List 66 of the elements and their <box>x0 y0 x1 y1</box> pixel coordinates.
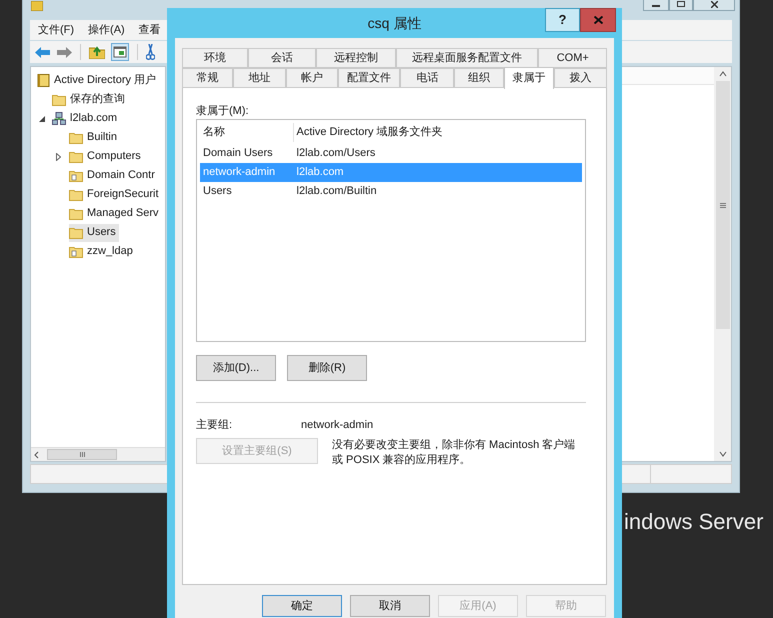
tab[interactable]: 常规 <box>182 68 233 88</box>
tab[interactable]: 拨入 <box>554 68 608 88</box>
table-cell-text: network-admin <box>202 165 276 180</box>
scrollbar-thumb[interactable] <box>716 81 730 329</box>
push-button[interactable]: 添加(D)... <box>196 355 276 381</box>
column-header[interactable]: 名称 <box>200 123 294 142</box>
tree-item[interactable]: Managed Serv <box>69 204 162 222</box>
tab[interactable]: 远程控制 <box>316 48 396 68</box>
desktop-text: indows Server <box>624 508 764 536</box>
close-icon <box>594 16 602 24</box>
tree-item[interactable]: Domain Contr <box>69 166 158 184</box>
console-tree-icon[interactable] <box>111 43 129 61</box>
expand-arrow-icon[interactable] <box>56 152 61 160</box>
close-button[interactable] <box>693 0 735 11</box>
help-button[interactable]: ? <box>545 8 580 32</box>
field-value: network-admin <box>301 418 374 433</box>
tab[interactable]: 会话 <box>248 48 316 68</box>
menu-item[interactable]: 文件(F) <box>38 22 74 38</box>
table-cell-text: l2lab.com/Users <box>296 146 376 161</box>
tab[interactable]: 帐户 <box>286 68 338 88</box>
cut-icon[interactable] <box>146 44 155 60</box>
close-button[interactable] <box>580 8 616 32</box>
tree-item[interactable]: Active Directory 用户 <box>36 72 160 90</box>
minimize-button[interactable] <box>643 0 669 11</box>
forward-arrow-icon[interactable] <box>57 46 72 58</box>
tab[interactable]: 电话 <box>400 68 454 88</box>
tree-item[interactable]: Builtin <box>69 128 120 146</box>
horizontal-scrollbar[interactable] <box>31 447 165 461</box>
close-icon <box>710 0 718 8</box>
list-label: 隶属于(M): <box>196 104 250 119</box>
table-cell-text: Domain Users <box>202 146 274 161</box>
column-header[interactable]: Active Directory 域服务文件夹 <box>294 123 582 142</box>
tab[interactable]: 环境 <box>182 48 248 68</box>
maximize-button[interactable] <box>669 0 693 11</box>
member-list[interactable]: 名称 Active Directory 域服务文件夹 Domain Users l2lab.com/Users network-admin l2lab.com Users l2lab.com/Builtin <box>196 119 586 342</box>
tree-item[interactable]: Computers <box>69 148 144 166</box>
help-text: 没有必要改变主要组，除非你有 Macintosh 客户端或 POSIX 兼容的应用程序。 <box>332 438 576 468</box>
tab[interactable]: 地址 <box>232 68 286 88</box>
tab[interactable]: 组织 <box>454 68 504 88</box>
back-arrow-icon[interactable] <box>35 46 50 58</box>
vertical-scrollbar[interactable] <box>714 67 731 461</box>
list-row[interactable]: Domain Users l2lab.com/Users <box>200 144 582 163</box>
table-cell-text: l2lab.com <box>296 165 345 180</box>
field-label: 主要组: <box>196 418 234 433</box>
tab[interactable]: 远程桌面服务配置文件 <box>396 48 538 68</box>
dialog-title: csq 属性 <box>368 14 422 33</box>
tab[interactable]: 隶属于 <box>504 67 554 89</box>
tree-item[interactable]: Users <box>69 224 119 242</box>
tab[interactable]: COM+ <box>538 48 607 68</box>
tab[interactable]: 配置文件 <box>338 68 400 88</box>
tree-item[interactable]: ForeignSecurit <box>69 186 162 204</box>
list-row[interactable]: Users l2lab.com/Builtin <box>200 182 582 201</box>
tree-item[interactable]: l2lab.com <box>52 110 120 128</box>
push-button[interactable]: 删除(R) <box>287 355 367 381</box>
collapse-arrow-icon[interactable] <box>39 116 45 122</box>
tree-item[interactable]: zzw_ldap <box>69 242 136 260</box>
menu-item[interactable]: 操作(A) <box>88 22 125 38</box>
folder-up-icon[interactable] <box>89 45 105 59</box>
app-icon <box>31 1 43 11</box>
table-cell-text: l2lab.com/Builtin <box>296 184 378 199</box>
menu-item[interactable]: 查看 <box>138 22 161 38</box>
push-button[interactable]: 确定 <box>262 595 342 617</box>
table-cell-text: Users <box>202 184 233 199</box>
tree-item[interactable]: 保存的查询 <box>52 90 128 108</box>
push-button[interactable]: 取消 <box>350 595 430 617</box>
scrollbar-thumb[interactable] <box>47 449 117 460</box>
